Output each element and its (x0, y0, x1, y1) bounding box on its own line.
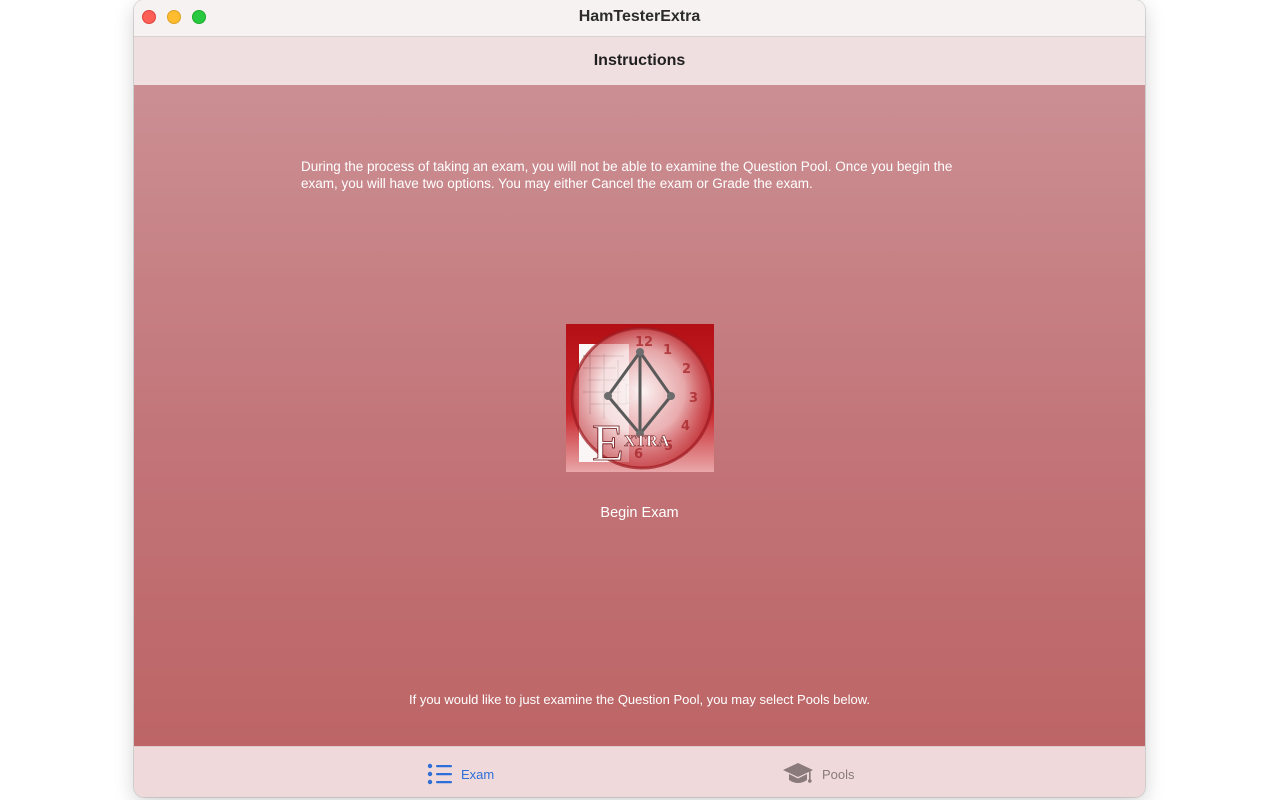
begin-exam-button[interactable]: Begin Exam (134, 505, 1145, 521)
svg-text:2: 2 (682, 362, 691, 377)
tab-exam-label: Exam (461, 766, 495, 782)
instructions-content: During the process of taking an exam, yo… (134, 85, 1145, 746)
list-bullet-icon (427, 763, 452, 785)
pools-hint-text: If you would like to just examine the Qu… (408, 692, 871, 707)
svg-text:4: 4 (681, 419, 690, 434)
svg-text:1: 1 (663, 343, 672, 358)
svg-text:3: 3 (689, 391, 698, 406)
title-bar[interactable]: HamTesterExtra (134, 0, 1145, 37)
tab-exam[interactable]: Exam (427, 761, 494, 787)
exam-logo-button[interactable]: 12 1 2 3 4 6 5 E XTRA (566, 324, 714, 472)
instructions-text: During the process of taking an exam, yo… (301, 159, 953, 191)
svg-text:12: 12 (635, 335, 653, 350)
graduation-cap-icon (783, 763, 813, 783)
page-title: Instructions (593, 52, 686, 69)
navigation-bar: Instructions (134, 37, 1145, 85)
tab-pools-label: Pools (822, 766, 855, 782)
tab-bar: Exam Pools (134, 746, 1145, 797)
svg-text:XTRA: XTRA (624, 433, 670, 450)
extra-logo-icon: 12 1 2 3 4 6 5 E XTRA (566, 324, 714, 472)
app-window: HamTesterExtra Instructions During the p… (134, 0, 1145, 797)
window-title: HamTesterExtra (578, 8, 701, 25)
tab-pools[interactable]: Pools (782, 761, 855, 787)
svg-text:E: E (592, 415, 624, 472)
